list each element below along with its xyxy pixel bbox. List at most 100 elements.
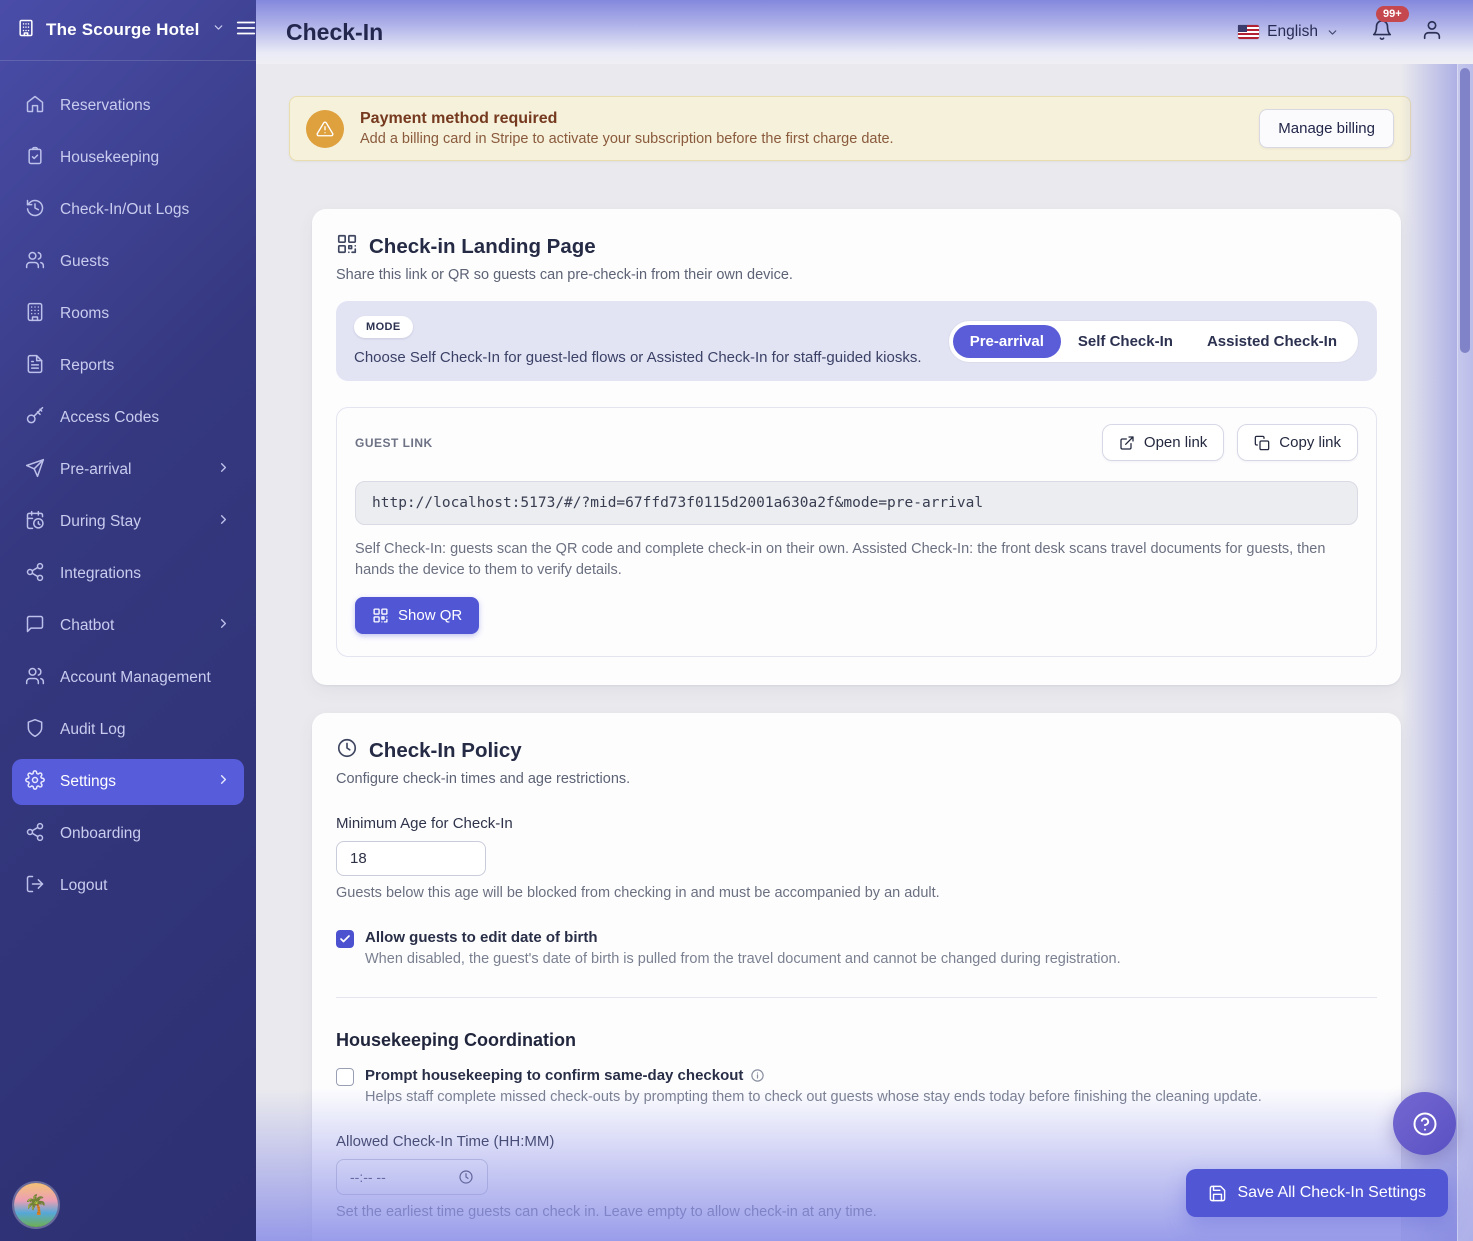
us-flag-icon xyxy=(1238,25,1259,39)
top-header: Check-In English 99+ xyxy=(256,0,1473,64)
show-qr-button[interactable]: Show QR xyxy=(355,597,479,634)
guest-link-url[interactable]: http://localhost:5173/#/?mid=67ffd73f011… xyxy=(355,481,1358,525)
min-age-input[interactable] xyxy=(336,841,486,876)
clock-icon[interactable] xyxy=(458,1169,474,1185)
housekeeping-checkbox[interactable] xyxy=(336,1068,354,1086)
mode-option-assisted-check-in[interactable]: Assisted Check-In xyxy=(1190,325,1354,358)
sidebar-item-housekeeping[interactable]: Housekeeping xyxy=(12,135,244,181)
sidebar-item-label: Housekeeping xyxy=(60,149,159,167)
chevron-down-icon xyxy=(1326,26,1339,39)
sidebar-item-guests[interactable]: Guests xyxy=(12,239,244,285)
app-root: The Scourge Hotel Reservations Housekeep… xyxy=(0,0,1473,1241)
chevron-down-icon xyxy=(212,21,225,39)
scrollbar-thumb[interactable] xyxy=(1460,68,1470,353)
chevron-right-icon xyxy=(216,512,231,532)
mode-text: MODE Choose Self Check-In for guest-led … xyxy=(354,316,928,366)
checkin-time-value: --:-- -- xyxy=(350,1169,386,1185)
housekeeping-checkbox-label-text: Prompt housekeeping to confirm same-day … xyxy=(365,1067,743,1084)
sidebar-item-label: Audit Log xyxy=(60,721,126,739)
housekeeping-heading: Housekeeping Coordination xyxy=(336,1030,1377,1051)
notifications-button[interactable]: 99+ xyxy=(1371,19,1393,46)
main-region: Check-In English 99+ xyxy=(256,0,1473,1241)
help-button[interactable] xyxy=(1393,1092,1456,1155)
info-icon[interactable] xyxy=(750,1068,765,1083)
save-icon xyxy=(1208,1184,1227,1203)
sidebar-item-integrations[interactable]: Integrations xyxy=(12,551,244,597)
mode-option-pre-arrival[interactable]: Pre-arrival xyxy=(953,325,1061,358)
language-label: English xyxy=(1267,23,1318,41)
housekeeping-checkbox-row: Prompt housekeeping to confirm same-day … xyxy=(336,1067,1377,1105)
card-subtitle: Configure check-in times and age restric… xyxy=(336,771,1377,787)
sidebar-item-label: Integrations xyxy=(60,565,141,583)
guest-link-panel: GUEST LINK Open link Copy link xyxy=(336,407,1377,657)
mode-option-self-check-in[interactable]: Self Check-In xyxy=(1061,325,1190,358)
hotel-building-icon xyxy=(16,18,36,43)
banner-title: Payment method required xyxy=(360,110,894,128)
sidebar-item-chatbot[interactable]: Chatbot xyxy=(12,603,244,649)
sidebar-item-label: Chatbot xyxy=(60,617,114,635)
sidebar-item-label: Logout xyxy=(60,877,107,895)
save-all-checkin-settings-button[interactable]: Save All Check-In Settings xyxy=(1186,1169,1448,1217)
key-icon xyxy=(25,406,45,431)
sidebar-nav: Reservations Housekeeping Check-In/Out L… xyxy=(0,61,256,909)
sidebar-item-pre-arrival[interactable]: Pre-arrival xyxy=(12,447,244,493)
sidebar-item-label: Reports xyxy=(60,357,114,375)
show-qr-label: Show QR xyxy=(398,607,462,624)
sidebar-item-logout[interactable]: Logout xyxy=(12,863,244,909)
sidebar-item-label: Guests xyxy=(60,253,109,271)
sidebar-item-reports[interactable]: Reports xyxy=(12,343,244,389)
guest-link-description: Self Check-In: guests scan the QR code a… xyxy=(355,539,1358,581)
language-selector[interactable]: English xyxy=(1238,23,1339,41)
min-age-label: Minimum Age for Check-In xyxy=(336,815,1377,832)
sidebar-item-onboarding[interactable]: Onboarding xyxy=(12,811,244,857)
sidebar-item-checkinout-logs[interactable]: Check-In/Out Logs xyxy=(12,187,244,233)
mode-segmented-control: Pre-arrival Self Check-In Assisted Check… xyxy=(948,320,1359,363)
sidebar-item-during-stay[interactable]: During Stay xyxy=(12,499,244,545)
housekeeping-checkbox-description: Helps staff complete missed check-outs b… xyxy=(365,1089,1262,1105)
save-button-label: Save All Check-In Settings xyxy=(1237,1184,1426,1202)
sidebar-item-reservations[interactable]: Reservations xyxy=(12,83,244,129)
history-icon xyxy=(25,198,45,223)
sidebar-item-audit-log[interactable]: Audit Log xyxy=(12,707,244,753)
sidebar-item-account-management[interactable]: Account Management xyxy=(12,655,244,701)
question-mark-icon xyxy=(1411,1110,1439,1138)
housekeeping-checkbox-text: Prompt housekeeping to confirm same-day … xyxy=(365,1067,1262,1105)
notification-badge: 99+ xyxy=(1376,6,1409,22)
copy-link-button[interactable]: Copy link xyxy=(1237,424,1358,461)
chevron-right-icon xyxy=(216,460,231,480)
clock-icon xyxy=(336,737,358,764)
sidebar-item-label: Reservations xyxy=(60,97,150,115)
share-icon xyxy=(25,562,45,587)
external-link-icon xyxy=(1119,435,1135,451)
dob-checkbox-description: When disabled, the guest's date of birth… xyxy=(365,951,1121,967)
sidebar: The Scourge Hotel Reservations Housekeep… xyxy=(0,0,256,1241)
dob-checkbox-label[interactable]: Allow guests to edit date of birth xyxy=(365,929,1121,946)
card-title: Check-in Landing Page xyxy=(369,235,596,259)
user-menu-button[interactable] xyxy=(1421,19,1443,46)
qr-code-icon xyxy=(336,233,358,260)
min-age-helper: Guests below this age will be blocked fr… xyxy=(336,885,1377,901)
bell-icon xyxy=(1371,19,1393,41)
chevron-right-icon xyxy=(216,616,231,636)
open-link-button[interactable]: Open link xyxy=(1102,424,1224,461)
workspace-avatar[interactable]: 🌴 xyxy=(14,1183,58,1227)
housekeeping-checkbox-label[interactable]: Prompt housekeeping to confirm same-day … xyxy=(365,1067,1262,1084)
content-scroll-area: Payment method required Add a billing ca… xyxy=(256,64,1473,1241)
checkin-landing-card: Check-in Landing Page Share this link or… xyxy=(312,209,1401,685)
share-icon xyxy=(25,822,45,847)
banner-text: Payment method required Add a billing ca… xyxy=(360,110,894,147)
scrollbar-track[interactable] xyxy=(1457,64,1473,1241)
sidebar-item-label: During Stay xyxy=(60,513,141,531)
hotel-switcher[interactable]: The Scourge Hotel xyxy=(0,0,256,61)
sidebar-item-rooms[interactable]: Rooms xyxy=(12,291,244,337)
manage-billing-button[interactable]: Manage billing xyxy=(1259,109,1394,148)
sidebar-item-settings[interactable]: Settings xyxy=(12,759,244,805)
warning-triangle-icon xyxy=(306,110,344,148)
menu-toggle-icon[interactable] xyxy=(235,17,257,44)
checkin-time-input[interactable]: --:-- -- xyxy=(336,1159,488,1195)
sidebar-item-label: Access Codes xyxy=(60,409,159,427)
qr-code-icon xyxy=(372,607,389,624)
dob-checkbox[interactable] xyxy=(336,930,354,948)
logout-icon xyxy=(25,874,45,899)
sidebar-item-access-codes[interactable]: Access Codes xyxy=(12,395,244,441)
